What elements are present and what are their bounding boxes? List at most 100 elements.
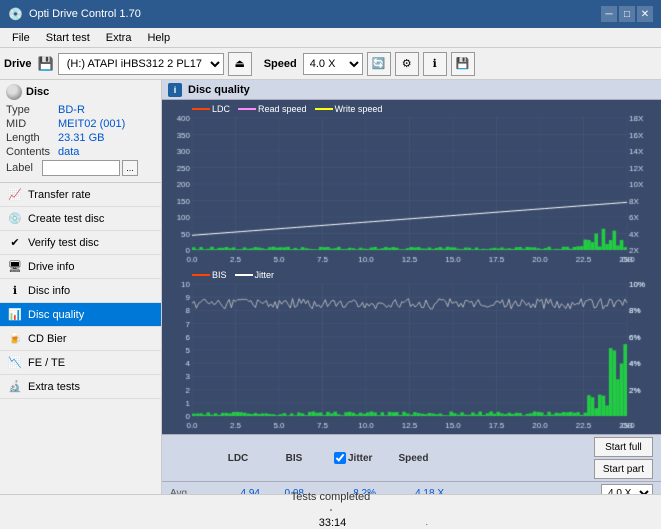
disc-length-value: 23.31 GB (58, 132, 104, 144)
nav-drive-info-label: Drive info (28, 261, 74, 273)
disc-mid-row: MID MEIT02 (001) (6, 118, 155, 130)
jitter-col-header: Jitter (348, 453, 372, 464)
nav-extra-tests-label: Extra tests (28, 381, 80, 393)
maximize-button[interactable]: □ (619, 6, 635, 22)
nav-disc-info-label: Disc info (28, 285, 70, 297)
chart1-legend: LDC Read speed Write speed (192, 104, 382, 114)
status-text: Tests completed (291, 491, 370, 503)
legend-read-speed: Read speed (238, 104, 307, 114)
disc-quality-header: i Disc quality (162, 80, 661, 100)
speed-select[interactable]: 4.0 X (303, 53, 363, 75)
minimize-button[interactable]: ─ (601, 6, 617, 22)
jitter-checkbox[interactable] (334, 452, 346, 464)
disc-label-row: Label ... (6, 160, 155, 176)
nav-extra-tests[interactable]: 🔬 Extra tests (0, 375, 161, 399)
disc-label-label: Label (6, 162, 42, 174)
nav-cd-bier-label: CD Bier (28, 333, 67, 345)
disc-info-icon: ℹ (8, 284, 22, 298)
dq-title: Disc quality (188, 84, 250, 96)
menu-extra[interactable]: Extra (98, 30, 140, 46)
sidebar: Disc Type BD-R MID MEIT02 (001) Length 2… (0, 80, 162, 524)
nav-fe-te-label: FE / TE (28, 357, 65, 369)
disc-panel: Disc Type BD-R MID MEIT02 (001) Length 2… (0, 80, 161, 183)
save-button[interactable]: 💾 (451, 52, 475, 76)
menu-file[interactable]: File (4, 30, 38, 46)
config-button[interactable]: ⚙ (395, 52, 419, 76)
ldc-col-header: LDC (228, 453, 249, 464)
create-disc-icon: 💿 (8, 212, 22, 226)
nav-verify-test-disc[interactable]: ✔ Verify test disc (0, 231, 161, 255)
main-layout: Disc Type BD-R MID MEIT02 (001) Length 2… (0, 80, 661, 524)
legend-bis: BIS (192, 270, 227, 280)
disc-label-input[interactable] (42, 160, 120, 176)
titlebar-left: 💿 Opti Drive Control 1.70 (8, 7, 141, 21)
fe-te-icon: 📉 (8, 356, 22, 370)
toolbar: Drive 💾 (H:) ATAPI iHBS312 2 PL17 ⏏ Spee… (0, 48, 661, 80)
disc-label-btn[interactable]: ... (122, 160, 138, 176)
bis-chart: BIS Jitter (164, 268, 659, 432)
speed-col-header: Speed (398, 453, 428, 464)
nav-disc-quality[interactable]: 📊 Disc quality (0, 303, 161, 327)
content-area: i Disc quality LDC Read speed (162, 80, 661, 524)
menu-help[interactable]: Help (139, 30, 178, 46)
disc-type-value: BD-R (58, 104, 85, 116)
app-title: Opti Drive Control 1.70 (29, 8, 141, 20)
disc-length-row: Length 23.31 GB (6, 132, 155, 144)
nav-create-test-disc-label: Create test disc (28, 213, 104, 225)
verify-disc-icon: ✔ (8, 236, 22, 250)
chart2-legend: BIS Jitter (192, 270, 274, 280)
dq-icon: i (168, 83, 182, 97)
disc-type-label: Type (6, 104, 58, 116)
nav-items: 📈 Transfer rate 💿 Create test disc ✔ Ver… (0, 183, 161, 399)
disc-type-row: Type BD-R (6, 104, 155, 116)
disc-header: Disc (6, 84, 155, 100)
progress-bar-container: 100.0% (330, 509, 332, 511)
legend-jitter: Jitter (235, 270, 275, 280)
drive-select[interactable]: (H:) ATAPI iHBS312 2 PL17 (58, 53, 224, 75)
nav-drive-info[interactable]: 🖥 Drive info (0, 255, 161, 279)
chart-area: LDC Read speed Write speed (162, 100, 661, 434)
start-part-button[interactable]: Start part (594, 459, 653, 479)
bis-col-header: BIS (286, 453, 303, 464)
app-icon: 💿 (8, 7, 23, 21)
disc-mid-label: MID (6, 118, 58, 130)
ldc-chart: LDC Read speed Write speed (164, 102, 659, 266)
nav-transfer-rate-label: Transfer rate (28, 189, 91, 201)
extra-tests-icon: 🔬 (8, 380, 22, 394)
ldc-canvas (164, 102, 659, 266)
nav-transfer-rate[interactable]: 📈 Transfer rate (0, 183, 161, 207)
disc-section-title: Disc (26, 86, 49, 98)
cd-bier-icon: 🍺 (8, 332, 22, 346)
menu-start-test[interactable]: Start test (38, 30, 98, 46)
nav-create-test-disc[interactable]: 💿 Create test disc (0, 207, 161, 231)
titlebar-controls: ─ □ ✕ (601, 6, 653, 22)
transfer-rate-icon: 📈 (8, 188, 22, 202)
speed-label: Speed (264, 58, 297, 70)
nav-fe-te[interactable]: 📉 FE / TE (0, 351, 161, 375)
drive-label: Drive (4, 58, 32, 70)
disc-length-label: Length (6, 132, 58, 144)
nav-cd-bier[interactable]: 🍺 CD Bier (0, 327, 161, 351)
menubar: File Start test Extra Help (0, 28, 661, 48)
refresh-button[interactable]: 🔄 (367, 52, 391, 76)
disc-icon (6, 84, 22, 100)
drive-info-icon: 🖥 (8, 260, 22, 274)
info-button[interactable]: ℹ (423, 52, 447, 76)
legend-ldc: LDC (192, 104, 230, 114)
status-time: 33:14 (319, 517, 347, 529)
drive-icon: 💾 (38, 56, 54, 72)
eject-button[interactable]: ⏏ (228, 52, 252, 76)
legend-write-speed: Write speed (315, 104, 383, 114)
disc-mid-value: MEIT02 (001) (58, 118, 125, 130)
disc-contents-value: data (58, 146, 79, 158)
nav-disc-quality-label: Disc quality (28, 309, 84, 321)
start-full-button[interactable]: Start full (594, 437, 653, 457)
disc-quality-icon: 📊 (8, 308, 22, 322)
nav-disc-info[interactable]: ℹ Disc info (0, 279, 161, 303)
nav-verify-test-disc-label: Verify test disc (28, 237, 99, 249)
disc-contents-row: Contents data (6, 146, 155, 158)
titlebar: 💿 Opti Drive Control 1.70 ─ □ ✕ (0, 0, 661, 28)
statusbar: Tests completed 100.0% 33:14 (0, 494, 661, 524)
close-button[interactable]: ✕ (637, 6, 653, 22)
bis-canvas (164, 268, 659, 432)
